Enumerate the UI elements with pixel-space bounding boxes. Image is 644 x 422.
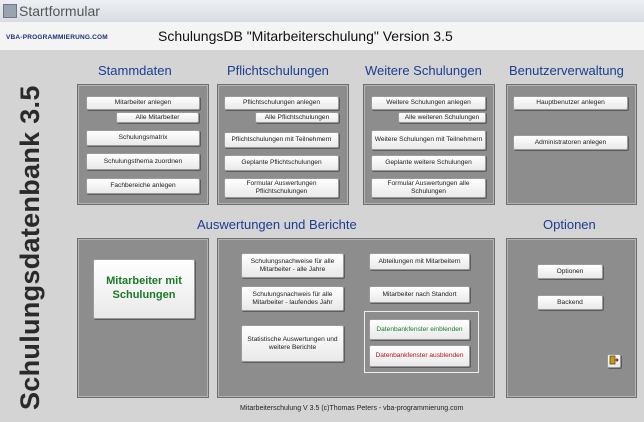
mitarbeiter-anlegen-button[interactable]: Mitarbeiter anlegen <box>86 96 200 110</box>
schulungsmatrix-button[interactable]: Schulungsmatrix <box>86 130 200 146</box>
mitarbeiter-nach-standort-button[interactable]: Mitarbeiter nach Standort <box>369 286 470 303</box>
heading-stammdaten: Stammdaten <box>98 63 172 78</box>
form-icon <box>3 4 17 18</box>
panel-optionen <box>506 238 637 398</box>
datenbankfenster-ausblenden-button[interactable]: Datenbankfenster ausblenden <box>369 345 470 367</box>
hauptbenutzer-anlegen-button[interactable]: Hauptbenutzer anlegen <box>513 96 628 110</box>
footer-copyright: Mitarbeiterschulung V 3.5 (c)Thomas Pete… <box>240 405 464 412</box>
pflichtschulungen-mit-teilnehmern-button[interactable]: Pflichtschulungen mit Teilnehmern <box>224 132 339 148</box>
exit-door-icon <box>609 355 619 368</box>
app-title: SchulungsDB "Mitarbeiterschulung" Versio… <box>158 28 453 44</box>
schulungsnachweis-laufendes-jahr-button[interactable]: Schulungsnachweis für alle Mitarbeiter -… <box>241 286 344 311</box>
geplante-weitere-schulungen-button[interactable]: Geplante weitere Schulungen <box>371 155 486 171</box>
abteilungen-mit-mitarbeitern-button[interactable]: Abteilungen mit Mitarbeitern <box>369 253 470 270</box>
alle-mitarbeiter-button[interactable]: Alle Mitarbeiter <box>116 112 199 123</box>
optionen-button[interactable]: Optionen <box>537 264 603 279</box>
backend-button[interactable]: Backend <box>537 295 603 310</box>
heading-benutzerverwaltung: Benutzerverwaltung <box>509 63 624 78</box>
datenbankfenster-einblenden-button[interactable]: Datenbankfenster einblenden <box>369 319 470 340</box>
exit-button[interactable] <box>607 354 621 368</box>
mitarbeiter-mit-schulungen-button[interactable]: Mitarbeiter mit Schulungen <box>93 259 195 319</box>
administratoren-anlegen-button[interactable]: Administratoren anlegen <box>513 135 628 150</box>
heading-pflichtschulungen: Pflichtschulungen <box>227 63 329 78</box>
statistische-auswertungen-button[interactable]: Statistische Auswertungen und weitere Be… <box>241 325 344 362</box>
alle-pflichtschulungen-button[interactable]: Alle Pflichtschulungen <box>255 112 339 123</box>
heading-weitere-schulungen: Weitere Schulungen <box>365 63 482 78</box>
alle-weiteren-schulungen-button[interactable]: Alle weiteren Schulungen <box>398 112 486 123</box>
formular-auswertungen-alle-schulungen-button[interactable]: Formular Auswertungen alle Schulungen <box>371 178 486 198</box>
window-title: Startformular <box>19 3 100 19</box>
heading-auswertungen: Auswertungen und Berichte <box>197 217 357 232</box>
schulungsnachweise-alle-jahre-button[interactable]: Schulungsnachweise für alle Mitarbeiter … <box>241 253 344 278</box>
side-label: Schulungsdatenbank 3.5 <box>15 85 45 410</box>
schulungsthema-zuordnen-button[interactable]: Schulungsthema zuordnen <box>86 153 200 170</box>
weitere-schulungen-anlegen-button[interactable]: Weitere Schulungen anlegen <box>371 96 486 110</box>
formular-auswertungen-pflichtschulungen-button[interactable]: Formular Auswertungen Pflichtschulungen <box>224 178 339 198</box>
weitere-schulungen-mit-teilnehmern-button[interactable]: Weitere Schulungen mit Teilnehmern <box>371 130 486 150</box>
fachbereiche-anlegen-button[interactable]: Fachbereiche anlegen <box>86 178 200 194</box>
geplante-pflichtschulungen-button[interactable]: Geplante Pflichtschulungen <box>224 155 339 171</box>
heading-optionen: Optionen <box>543 217 596 232</box>
pflichtschulungen-anlegen-button[interactable]: Pflichtschulungen anlegen <box>224 96 339 110</box>
logo: VBA-PROGRAMMIERUNG.COM <box>6 34 108 41</box>
window-titlebar: Startformular <box>0 0 644 23</box>
